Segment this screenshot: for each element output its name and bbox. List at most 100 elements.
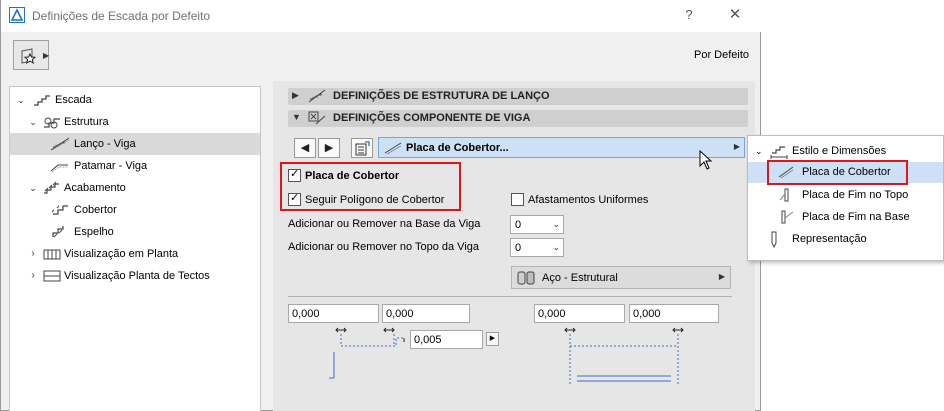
tread-plate-icon <box>384 142 402 155</box>
top-adjustment-dropdown[interactable]: 0 ⌄ <box>510 238 564 257</box>
menu-item-placa-fim-base[interactable]: Placa de Fim na Base <box>768 207 938 227</box>
check-icon: ✓ <box>290 192 300 204</box>
section-beam-component[interactable]: ▼ DEFINIÇÕES COMPONENTE DE VIGA <box>288 110 748 127</box>
structure-icon <box>44 117 60 129</box>
menu-item-label: Representação <box>792 233 867 245</box>
menu-item-label: Placa de Fim no Topo <box>802 189 909 201</box>
tree-item-visualizacao-tectos[interactable]: › Visualização Planta de Tectos <box>10 265 260 287</box>
chevron-down-icon: ⌄ <box>552 242 560 252</box>
menu-item-label: Placa de Fim na Base <box>802 211 910 223</box>
right-offset-input-b[interactable]: 0,000 <box>629 304 719 323</box>
tree-item-label: Estrutura <box>64 116 109 128</box>
tree-item-label: Patamar - Viga <box>74 160 148 172</box>
input-value: 0,000 <box>538 308 566 320</box>
submenu-arrow-icon: ▶ <box>733 142 740 151</box>
chevron-down-icon: ⌄ <box>29 117 37 127</box>
tree-item-label: Lanço - Viga <box>74 138 136 150</box>
style-dimensions-icon <box>770 146 788 159</box>
tree-item-visualizacao-planta[interactable]: › Visualização em Planta <box>10 243 260 265</box>
section-title: DEFINIÇÕES COMPONENTE DE VIGA <box>333 112 531 124</box>
step-arrow-button[interactable]: ▶ <box>486 332 499 346</box>
step-input[interactable]: 0,005 <box>410 330 483 349</box>
tree-item-espelho[interactable]: Espelho <box>10 221 260 243</box>
favorites-star-icon <box>21 48 37 65</box>
input-value: 0,000 <box>292 308 320 320</box>
add-remove-base-label: Adicionar ou Remover na Base da Viga <box>288 218 481 230</box>
tread-plate-checkbox[interactable]: ✓ <box>288 168 301 182</box>
window-title: Definições de Escada por Defeito <box>32 9 211 23</box>
follow-tread-polygon-checkbox[interactable]: ✓ <box>288 192 301 206</box>
left-offset-input-b[interactable]: 0,000 <box>382 304 470 323</box>
component-list-button[interactable] <box>351 138 373 158</box>
menu-item-placa-fim-topo[interactable]: Placa de Fim no Topo <box>768 185 938 205</box>
collapsed-triangle-icon: ▶ <box>292 90 299 100</box>
tree-item-escada[interactable]: ⌄ Escada <box>10 89 260 111</box>
flight-structure-icon <box>308 89 326 103</box>
dropdown-value: 0 <box>515 219 522 231</box>
left-offset-input-a[interactable]: 0,000 <box>288 304 379 323</box>
finish-icon <box>44 181 59 194</box>
base-end-plate-icon <box>781 210 794 224</box>
material-swatch-icon <box>517 271 535 285</box>
component-selector[interactable]: Placa de Cobertor... ▶ <box>378 137 745 158</box>
menu-item-estilo-dimensoes[interactable]: ⌄ Estilo e Dimensões <box>754 141 940 161</box>
chevron-down-icon: ⌄ <box>755 146 763 156</box>
highlight-box-menu <box>767 160 908 185</box>
left-beam-preview-icon <box>329 327 405 379</box>
tree-item-label: Acabamento <box>64 182 126 194</box>
input-value: 0,005 <box>414 334 442 346</box>
menu-item-representacao[interactable]: Representação <box>754 229 940 249</box>
material-label: Aço - Estrutural <box>542 272 618 284</box>
app-icon <box>9 7 25 23</box>
mouse-cursor-icon <box>699 150 712 170</box>
tree-item-label: Visualização Planta de Tectos <box>64 270 210 282</box>
tree-item-patamar-viga[interactable]: Patamar - Viga <box>10 155 260 177</box>
right-beam-preview-icon <box>564 327 684 384</box>
component-selector-value: Placa de Cobertor... <box>406 142 509 154</box>
tree-item-label: Espelho <box>74 226 114 238</box>
close-button[interactable]: ✕ <box>725 5 745 23</box>
chevron-down-icon: ⌄ <box>29 183 37 193</box>
chevron-down-icon: ⌄ <box>17 95 25 105</box>
material-selector[interactable]: Aço - Estrutural ▶ <box>511 266 731 289</box>
uniform-offsets-label: Afastamentos Uniformes <box>528 194 649 206</box>
input-value: 0,000 <box>633 308 661 320</box>
uniform-offsets-checkbox[interactable] <box>511 193 524 206</box>
expanded-triangle-icon: ▼ <box>292 112 301 122</box>
representation-icon <box>771 231 777 248</box>
tree-item-label: Cobertor <box>74 204 117 216</box>
base-adjustment-dropdown[interactable]: 0 ⌄ <box>510 215 564 234</box>
favorites-button[interactable]: ▶ <box>13 40 49 70</box>
previous-component-button[interactable]: ◀ <box>294 138 316 158</box>
chevron-down-icon: ⌄ <box>552 219 560 229</box>
tread-plate-label: Placa de Cobertor <box>305 170 400 182</box>
right-offset-input-a[interactable]: 0,000 <box>534 304 625 323</box>
help-button[interactable]: ? <box>681 7 697 22</box>
tree-item-cobertor[interactable]: Cobertor <box>10 199 260 221</box>
list-icon <box>355 141 370 156</box>
menu-item-label: Estilo e Dimensões <box>792 145 887 157</box>
follow-tread-polygon-label: Seguir Polígono de Cobertor <box>305 194 445 206</box>
tree-item-lanco-viga[interactable]: Lanço - Viga <box>10 133 260 155</box>
tread-icon <box>51 205 68 215</box>
add-remove-top-label: Adicionar ou Remover no Topo da Viga <box>288 241 479 253</box>
next-component-button[interactable]: ▶ <box>318 138 340 158</box>
stair-default-settings-dialog: Definições de Escada por Defeito ? ✕ ▶ P… <box>0 0 761 411</box>
input-value: 0,000 <box>386 308 414 320</box>
check-icon: ✓ <box>290 168 300 180</box>
tree-item-label: Visualização em Planta <box>64 248 179 260</box>
top-end-plate-icon <box>779 188 789 202</box>
ceiling-plan-icon <box>43 270 61 282</box>
dropdown-value: 0 <box>515 242 522 254</box>
arrow-left-icon: ◀ <box>300 142 310 154</box>
title-bar: Definições de Escada por Defeito ? ✕ <box>1 0 761 32</box>
tree-item-acabamento[interactable]: ⌄ Acabamento <box>10 177 260 199</box>
tree-item-estrutura[interactable]: ⌄ Estrutura <box>10 111 260 133</box>
stair-icon <box>34 95 50 106</box>
chevron-right-icon: › <box>31 270 35 281</box>
favorites-arrow-icon: ▶ <box>43 51 50 60</box>
submenu-arrow-icon: ▶ <box>718 272 725 281</box>
flight-beam-icon <box>50 137 70 151</box>
section-flight-structure[interactable]: ▶ DEFINIÇÕES DE ESTRUTURA DE LANÇO <box>288 88 748 105</box>
preset-label: Por Defeito <box>694 49 750 61</box>
